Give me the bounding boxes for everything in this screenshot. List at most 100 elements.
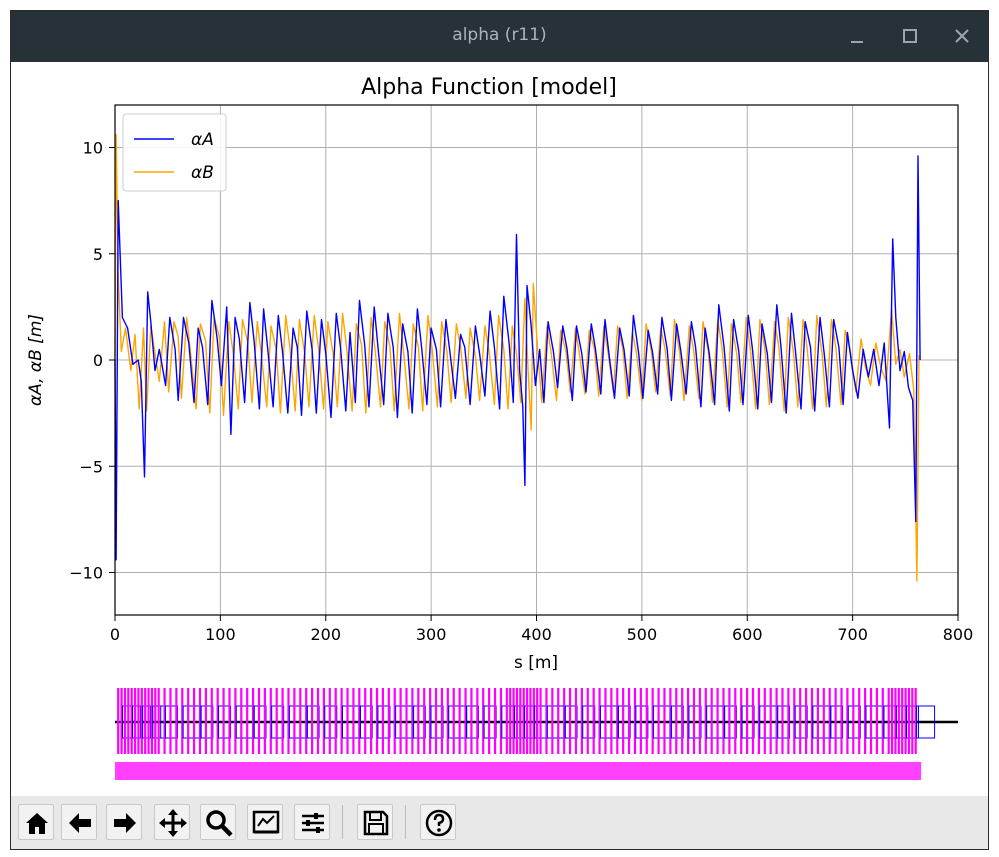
lattice-magnet xyxy=(370,688,373,754)
y-tick-label: 5 xyxy=(93,245,103,264)
lattice-magnet xyxy=(901,688,904,754)
maximize-button[interactable] xyxy=(897,23,923,49)
home-button[interactable] xyxy=(18,804,54,840)
lattice-magnet xyxy=(275,688,278,754)
lattice-magnet xyxy=(210,688,213,754)
lattice-magnet xyxy=(787,688,790,754)
lattice-magnet xyxy=(822,688,825,754)
lattice-magnet xyxy=(529,688,532,754)
x-tick-label: 300 xyxy=(416,625,447,644)
legend-label-alpha-b: αB xyxy=(191,163,214,183)
lattice-magnet xyxy=(240,688,243,754)
close-icon xyxy=(955,29,969,43)
help-icon xyxy=(425,809,453,837)
subplots-icon xyxy=(252,810,280,834)
lattice-magnet xyxy=(476,688,479,754)
lattice-magnet xyxy=(639,688,642,754)
x-tick-label: 100 xyxy=(205,625,236,644)
chart-title: Alpha Function [model] xyxy=(361,75,617,100)
figure-canvas[interactable]: Alpha Function [model] 0 100 200 300 400 500 6… xyxy=(11,62,988,796)
y-ticks: 10 5 0 −5 −10 xyxy=(69,139,115,583)
lattice-magnet xyxy=(536,688,539,754)
close-button[interactable] xyxy=(949,23,975,49)
help-button[interactable] xyxy=(420,804,456,840)
lattice-magnet xyxy=(627,688,631,754)
pan-button[interactable] xyxy=(154,804,190,840)
lattice-magnet xyxy=(417,688,420,754)
lattice-magnet xyxy=(869,688,873,754)
y-tick-label: −5 xyxy=(79,457,103,476)
zoom-button[interactable] xyxy=(200,804,236,840)
navigation-toolbar xyxy=(11,796,988,849)
y-tick-label: −10 xyxy=(69,564,103,583)
lattice-magnet xyxy=(804,688,808,754)
alpha-chart: Alpha Function [model] 0 100 200 300 400 500 6… xyxy=(26,75,973,780)
save-button[interactable] xyxy=(357,804,393,840)
lattice-magnet xyxy=(858,688,861,754)
lattice-magnet xyxy=(187,688,190,754)
lattice-magnet xyxy=(734,688,737,754)
lattice-magnet xyxy=(515,688,519,754)
lattice-magnet xyxy=(610,688,613,754)
lattice-magnet xyxy=(675,688,678,754)
x-tick-label: 700 xyxy=(837,625,868,644)
lattice-magnet xyxy=(840,688,843,754)
back-button[interactable] xyxy=(61,804,97,840)
lattice-magnet xyxy=(352,688,355,754)
lattice-magnet xyxy=(622,688,625,754)
toolbar-separator xyxy=(405,805,406,839)
lattice-magnet xyxy=(592,688,595,754)
lattice-magnet xyxy=(440,688,444,754)
y-tick-label: 0 xyxy=(93,351,103,370)
lattice-labels xyxy=(115,762,922,780)
lattice-magnet xyxy=(147,688,150,754)
x-tick-label: 200 xyxy=(310,625,341,644)
lattice-magnet xyxy=(692,688,696,754)
maximize-icon xyxy=(903,29,917,43)
lattice-magnet xyxy=(887,688,890,754)
x-ticks: 0 100 200 300 400 500 600 700 800 xyxy=(110,615,973,644)
lattice-magnet xyxy=(222,688,225,754)
series-layer xyxy=(114,133,921,582)
lattice-magnet xyxy=(204,688,207,754)
lattice-magnet xyxy=(745,688,749,754)
lattice-magnet xyxy=(488,688,491,754)
lattice-magnet xyxy=(657,688,660,754)
lattice-magnet xyxy=(123,688,127,754)
lattice-magnet xyxy=(346,688,349,754)
subplots-button[interactable] xyxy=(247,804,283,840)
lattice-magnet xyxy=(399,688,402,754)
legend-label-alpha-a: αA xyxy=(191,130,214,150)
lattice-magnet xyxy=(293,688,296,754)
title-bar[interactable]: alpha (r11) xyxy=(11,11,988,62)
lattice-magnet xyxy=(557,688,560,754)
legend: αA αB xyxy=(122,113,227,192)
lattice-magnet xyxy=(834,688,837,754)
minimize-button[interactable] xyxy=(844,23,870,49)
x-tick-label: 0 xyxy=(110,625,120,644)
lattice-magnet xyxy=(568,688,572,754)
lattice-magnet xyxy=(434,688,438,754)
lattice-magnet xyxy=(816,688,819,754)
x-tick-label: 500 xyxy=(627,625,658,644)
lattice-layout xyxy=(115,688,958,780)
lattice-magnet xyxy=(710,688,713,754)
forward-button[interactable] xyxy=(106,804,142,840)
lattice-magnet xyxy=(381,688,385,754)
lattice-magnet xyxy=(645,688,648,754)
lattice-magnet xyxy=(281,688,284,754)
lattice-magnet xyxy=(781,688,784,754)
customize-button[interactable] xyxy=(294,804,330,840)
lattice-magnet xyxy=(127,688,130,754)
lattice-magnet xyxy=(681,688,684,754)
lattice-magnet xyxy=(525,688,529,754)
lattice-magnet xyxy=(574,688,578,754)
lattice-magnet xyxy=(907,688,911,754)
toolbar-separator xyxy=(342,805,343,839)
lattice-magnet xyxy=(154,688,157,754)
lattice-magnet xyxy=(586,688,589,754)
lattice-magnet xyxy=(157,688,160,754)
y-axis-label: αA, αB [m] xyxy=(26,314,46,406)
lattice-magnet xyxy=(423,688,426,754)
lattice-magnet xyxy=(175,688,178,754)
